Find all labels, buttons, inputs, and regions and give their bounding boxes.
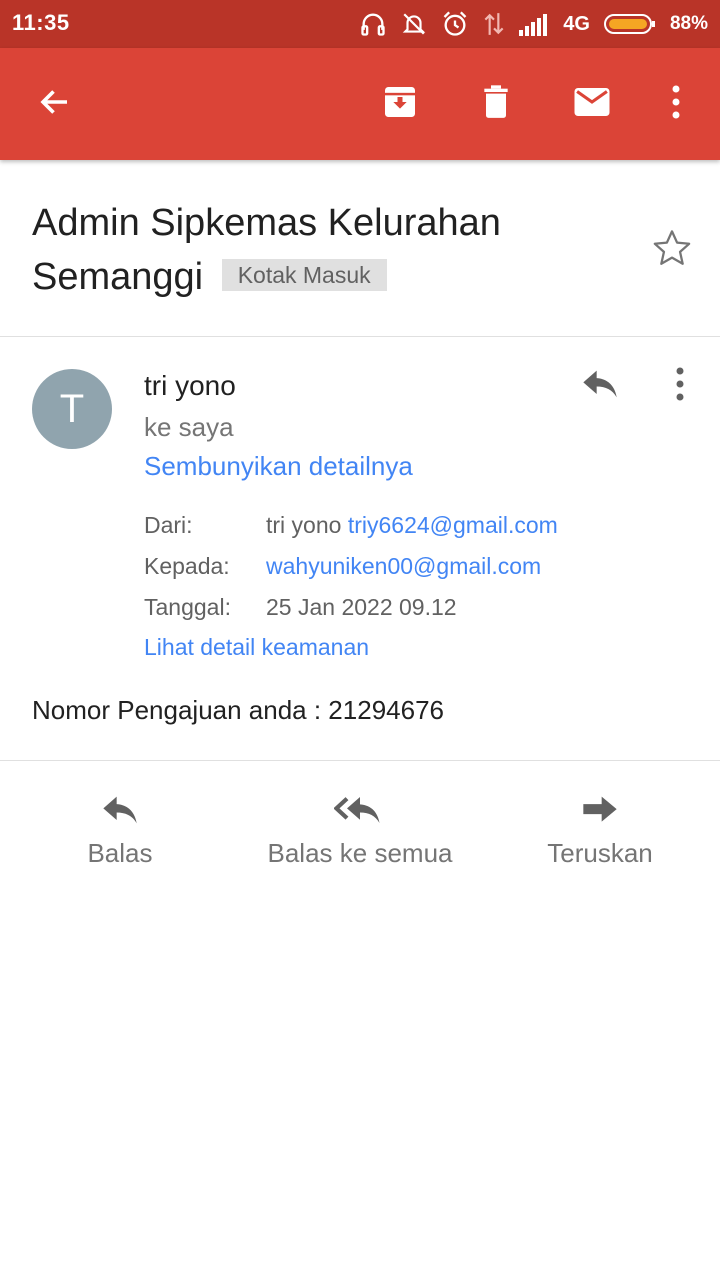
- reply-button[interactable]: Balas: [0, 790, 240, 880]
- more-vert-icon: [675, 366, 685, 407]
- mark-unread-button[interactable]: [564, 76, 620, 132]
- archive-button[interactable]: [372, 76, 428, 132]
- battery-icon: [603, 13, 656, 35]
- signal-icon: [519, 12, 549, 36]
- from-label: Dari:: [144, 512, 193, 538]
- to-label: Kepada:: [144, 553, 230, 579]
- hide-details-link[interactable]: Sembunyikan detailnya: [144, 451, 413, 482]
- date-value: 25 Jan 2022 09.12: [266, 594, 457, 620]
- email-body: Nomor Pengajuan anda : 21294676: [32, 695, 444, 725]
- alarm-icon: [441, 10, 469, 38]
- recipient-summary: ke saya: [144, 412, 234, 442]
- message-more-button[interactable]: [656, 362, 704, 410]
- network-type: 4G: [563, 12, 590, 35]
- date-label: Tanggal:: [144, 594, 231, 620]
- divider: [0, 760, 720, 761]
- delete-icon: [476, 82, 516, 127]
- subject-area: Admin Sipkemas Kelurahan Semanggi Kotak …: [0, 160, 720, 337]
- app-bar: [0, 48, 720, 160]
- from-name: tri yono: [266, 512, 342, 538]
- reply-icon: [100, 790, 140, 830]
- avatar[interactable]: T: [32, 369, 112, 449]
- mail-icon: [571, 81, 613, 128]
- security-details-link[interactable]: Lihat detail keamanan: [144, 634, 369, 661]
- reply-all-button[interactable]: Balas ke semua: [240, 790, 480, 880]
- reply-icon: [580, 367, 620, 406]
- more-options-button[interactable]: [648, 76, 704, 132]
- back-arrow-icon: [37, 84, 73, 125]
- delete-button[interactable]: [468, 76, 524, 132]
- label-chip[interactable]: Kotak Masuk: [221, 259, 387, 291]
- from-value: tri yono triy6624@gmail.com: [266, 512, 558, 539]
- reply-label: Balas: [87, 838, 153, 868]
- star-button[interactable]: [648, 226, 696, 274]
- status-time: 11:35: [12, 10, 70, 35]
- back-button[interactable]: [27, 76, 83, 132]
- email-subject: Admin Sipkemas Kelurahan Semanggi Kotak …: [32, 196, 612, 304]
- reply-all-label: Balas ke semua: [267, 838, 453, 868]
- forward-label: Teruskan: [547, 838, 653, 868]
- sender-name: tri yono: [144, 370, 236, 401]
- reply-all-icon: [334, 790, 386, 830]
- reply-icon-button[interactable]: [576, 362, 624, 410]
- more-vert-icon: [671, 84, 681, 125]
- battery-percent: 88%: [669, 13, 708, 34]
- status-icons: 4G 88%: [359, 6, 708, 42]
- to-email-link[interactable]: wahyuniken00@gmail.com: [266, 553, 541, 580]
- star-icon: [651, 227, 693, 274]
- data-transfer-icon: [483, 11, 505, 37]
- status-bar: 11:35 4G 88%: [0, 0, 720, 48]
- headphones-icon: [359, 10, 387, 38]
- archive-icon: [380, 82, 420, 127]
- notifications-off-icon: [401, 11, 427, 37]
- forward-button[interactable]: Teruskan: [480, 790, 720, 880]
- from-email-link[interactable]: triy6624@gmail.com: [348, 512, 558, 538]
- forward-icon: [580, 790, 620, 830]
